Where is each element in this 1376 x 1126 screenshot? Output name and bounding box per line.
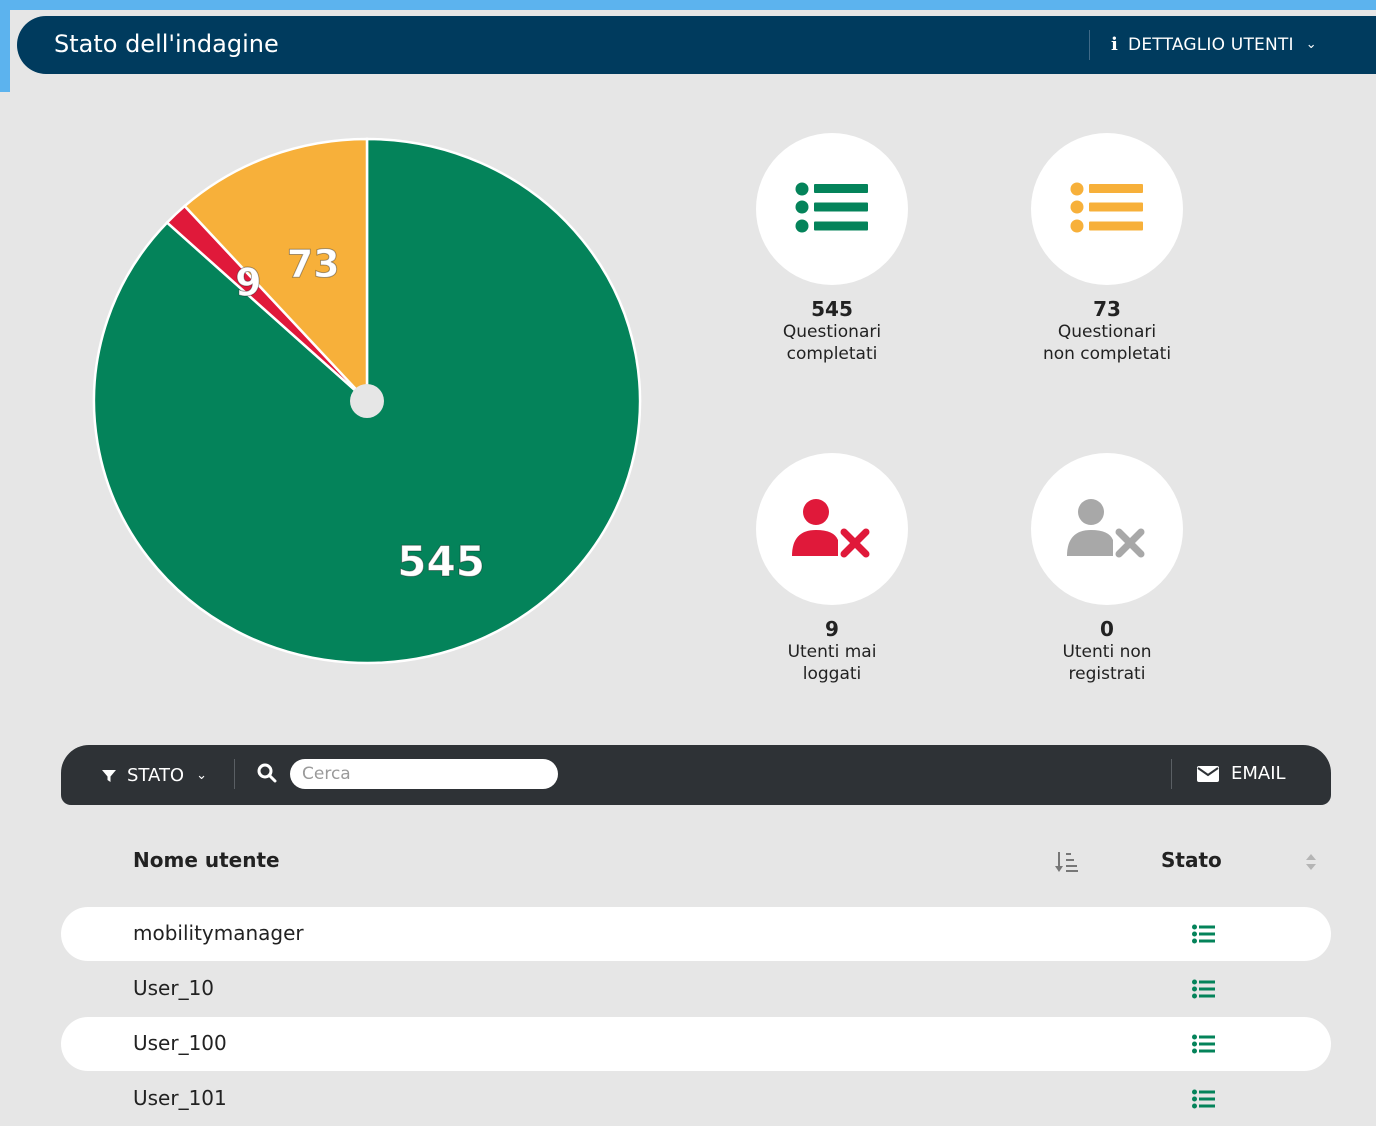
- envelope-icon: [1197, 765, 1219, 782]
- stat-value: 73: [1093, 297, 1121, 321]
- row-username: User_10: [133, 976, 215, 1000]
- stat-label-line1: Utenti non: [1062, 642, 1152, 662]
- stat-icon-circle: [1031, 453, 1183, 605]
- list-icon: [1192, 979, 1216, 1003]
- stat-card-not-completed: 73 Questionari non completati: [1007, 133, 1207, 365]
- stat-value: 0: [1100, 617, 1114, 641]
- email-label: EMAIL: [1231, 763, 1286, 784]
- row-username: mobilitymanager: [133, 921, 304, 945]
- survey-status-header: Stato dell'indagine i DETTAGLIO UTENTI ⌄: [17, 16, 1376, 74]
- stat-value: 9: [825, 617, 839, 641]
- list-icon: [1192, 924, 1216, 948]
- toolbar-divider: [1171, 759, 1172, 789]
- column-header-status[interactable]: Stato: [1161, 848, 1222, 872]
- pie-chart-svg: 545 9 73: [92, 137, 642, 665]
- email-button[interactable]: EMAIL: [1197, 763, 1286, 784]
- stat-label-line2: loggati: [802, 664, 862, 684]
- stat-label-line1: Utenti mai: [787, 642, 877, 662]
- column-header-username[interactable]: Nome utente: [133, 848, 280, 872]
- page-title: Stato dell'indagine: [54, 30, 279, 58]
- user-detail-dropdown[interactable]: i DETTAGLIO UTENTI ⌄: [1111, 34, 1317, 55]
- stat-label-line1: Questionari: [1057, 322, 1157, 342]
- stat-icon-circle: [756, 453, 908, 605]
- list-icon: [1192, 1089, 1216, 1113]
- stat-card-never-logged: 9 Utenti mai loggati: [732, 453, 932, 685]
- pie-slice-label: 545: [397, 537, 485, 586]
- chevron-down-icon: ⌄: [196, 768, 208, 783]
- status-pie-chart: 545 9 73: [88, 134, 648, 668]
- left-accent-bar: [0, 0, 10, 92]
- table-row[interactable]: User_10: [61, 962, 1331, 1016]
- user-x-icon: [792, 499, 870, 558]
- stat-icon-circle: [756, 133, 908, 285]
- stat-label-line1: Questionari: [782, 322, 882, 342]
- row-username: User_101: [133, 1086, 227, 1110]
- table-row[interactable]: mobilitymanager: [61, 907, 1331, 961]
- sort-ascending-icon[interactable]: [1055, 850, 1079, 878]
- table-row[interactable]: User_100: [61, 1017, 1331, 1071]
- user-detail-label: DETTAGLIO UTENTI: [1128, 34, 1294, 55]
- stat-label-line2: registrati: [1068, 664, 1146, 684]
- chevron-down-icon: ⌄: [1305, 37, 1317, 52]
- stat-card-not-registered: 0 Utenti non registrati: [1007, 453, 1207, 685]
- top-accent-bar: [0, 0, 1376, 10]
- search-icon: [257, 763, 277, 787]
- stat-label-line2: completati: [786, 344, 878, 364]
- pie-center-hole: [350, 384, 384, 418]
- pie-slice-label: 73: [287, 242, 340, 286]
- toolbar-divider: [234, 759, 235, 789]
- search-input[interactable]: [290, 759, 558, 789]
- list-icon: [1192, 1034, 1216, 1058]
- list-icon: [795, 182, 868, 233]
- status-filter-label: STATO: [127, 765, 185, 786]
- list-icon: [1070, 182, 1143, 233]
- table-toolbar: STATO ⌄ EMAIL: [61, 745, 1331, 805]
- row-username: User_100: [133, 1031, 227, 1055]
- stat-icon-circle: [1031, 133, 1183, 285]
- stat-label-line2: non completati: [1042, 344, 1172, 364]
- sort-icon[interactable]: [1304, 852, 1318, 876]
- filter-icon: [102, 769, 116, 782]
- pie-slice-label: 9: [235, 261, 261, 305]
- info-icon: i: [1111, 34, 1119, 55]
- stat-value: 545: [811, 297, 853, 321]
- header-divider: [1089, 30, 1090, 60]
- user-x-icon: [1067, 499, 1145, 558]
- status-filter-dropdown[interactable]: STATO ⌄: [101, 765, 207, 786]
- stat-card-completed: 545 Questionari completati: [732, 133, 932, 365]
